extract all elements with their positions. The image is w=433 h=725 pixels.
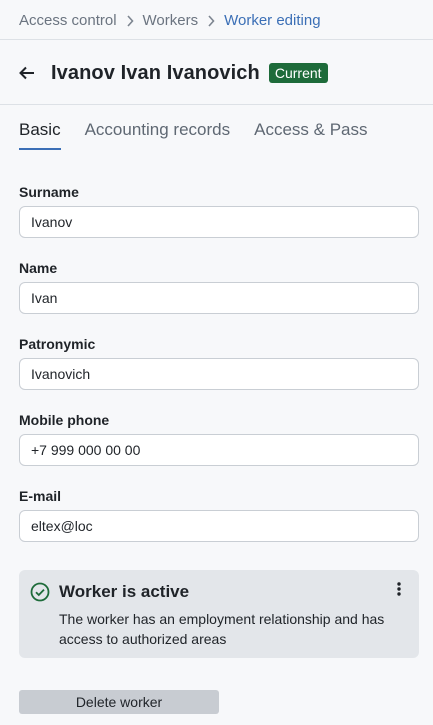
status-card-title: Worker is active [59, 582, 190, 601]
patronymic-field-group: Patronymic [19, 336, 419, 390]
arrow-left-icon[interactable] [19, 61, 43, 85]
breadcrumb-item-access-control[interactable]: Access control [19, 12, 117, 29]
tab-bar: Basic Accounting records Access & Pass [19, 120, 391, 150]
page-header: Ivanov Ivan Ivanovich Current [19, 61, 328, 85]
email-input[interactable] [19, 510, 419, 542]
email-label: E-mail [19, 488, 62, 504]
surname-field-group: Surname [19, 184, 419, 238]
chevron-right-icon [117, 12, 143, 29]
patronymic-input[interactable] [19, 358, 419, 390]
mobile-phone-field-group: Mobile phone [19, 412, 419, 466]
page-title: Ivanov Ivan Ivanovich [51, 61, 260, 84]
worker-status-card: Worker is active The worker has an emplo… [19, 570, 419, 658]
status-badge: Current [268, 63, 328, 83]
header-divider [0, 39, 433, 40]
surname-label: Surname [19, 184, 79, 200]
name-input[interactable] [19, 282, 419, 314]
tab-basic[interactable]: Basic [19, 120, 61, 150]
name-label: Name [19, 260, 58, 276]
status-card-description: The worker has an employment relationshi… [59, 611, 385, 647]
breadcrumb: Access control Workers Worker editing [19, 10, 321, 30]
delete-worker-button[interactable]: Delete worker [19, 690, 219, 714]
breadcrumb-item-workers[interactable]: Workers [143, 12, 199, 29]
tab-access-pass[interactable]: Access & Pass [254, 120, 367, 150]
name-field-group: Name [19, 260, 419, 314]
mobile-phone-label: Mobile phone [19, 412, 110, 428]
more-vertical-icon[interactable] [391, 582, 407, 600]
surname-input[interactable] [19, 206, 419, 238]
email-field-group: E-mail [19, 488, 419, 542]
mobile-phone-input[interactable] [19, 434, 419, 466]
tabs-divider [0, 104, 433, 105]
chevron-right-icon [198, 12, 224, 29]
check-circle-icon [30, 582, 50, 602]
breadcrumb-item-worker-editing: Worker editing [224, 11, 321, 29]
tab-accounting-records[interactable]: Accounting records [85, 120, 231, 150]
patronymic-label: Patronymic [19, 336, 96, 352]
